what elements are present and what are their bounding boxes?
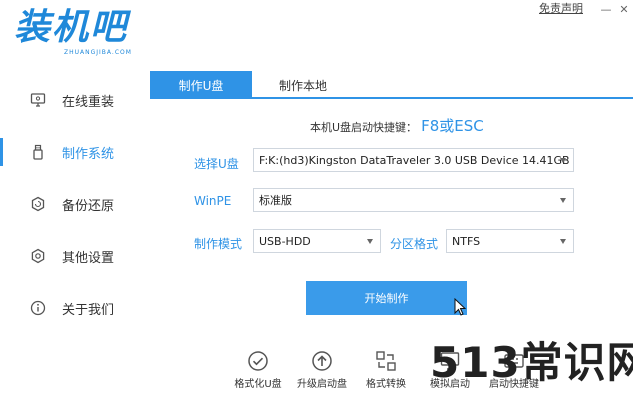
chevron-down-icon: [560, 198, 566, 203]
tool-upgrade-boot-disk[interactable]: 升级启动盘: [290, 350, 354, 395]
partition-select-value: NTFS: [452, 234, 481, 248]
sidebar-item-label: 其他设置: [62, 250, 115, 266]
partition-label: 分区格式: [390, 237, 439, 251]
tool-format-usb[interactable]: 格式化U盘: [226, 350, 290, 395]
sidebar-item-label: 在线重装: [62, 94, 115, 110]
tab-underline: [150, 97, 633, 99]
usb-select-label: 选择U盘: [194, 157, 239, 171]
hotkey-info: 本机U盘启动快捷键： F8或ESC: [310, 115, 484, 136]
close-button[interactable]: ✕: [615, 2, 633, 16]
usb-select-value: F:K:(hd3)Kingston DataTraveler 3.0 USB D…: [259, 153, 570, 167]
chevron-down-icon: [560, 158, 566, 163]
tool-label: 格式化U盘: [234, 379, 282, 390]
sidebar-item-label: 备份还原: [62, 198, 115, 214]
minimize-button[interactable]: —: [597, 2, 615, 16]
usb-select[interactable]: F:K:(hd3)Kingston DataTraveler 3.0 USB D…: [253, 148, 574, 172]
mode-select[interactable]: USB-HDD: [253, 229, 381, 253]
watermark: 513常识网: [430, 338, 633, 387]
tab-make-local[interactable]: 制作本地: [252, 71, 354, 99]
app-logo: 装机吧 ZHUANGJIBA.COM: [14, 6, 134, 62]
tool-label: 格式转换: [366, 379, 406, 390]
sidebar-item-make-system[interactable]: 制作系统: [0, 132, 150, 172]
upload-circle-icon: [312, 351, 332, 371]
tab-bar: 制作U盘 制作本地: [150, 71, 633, 99]
winpe-select[interactable]: 标准版: [253, 188, 574, 212]
mode-label: 制作模式: [194, 237, 243, 251]
winpe-select-value: 标准版: [259, 194, 292, 207]
partition-select[interactable]: NTFS: [446, 229, 574, 253]
tool-label: 升级启动盘: [297, 379, 347, 390]
mode-select-value: USB-HDD: [259, 234, 311, 248]
logo-text: 装机吧: [14, 7, 129, 48]
convert-icon: [376, 351, 396, 371]
winpe-label: WinPE: [194, 194, 232, 208]
sidebar-item-online-reinstall[interactable]: 在线重装: [0, 80, 150, 120]
logo-subtitle: ZHUANGJIBA.COM: [64, 49, 132, 56]
backup-icon: [31, 196, 45, 212]
sidebar-item-about-us[interactable]: 关于我们: [0, 288, 150, 328]
info-icon: [30, 300, 46, 316]
usb-icon: [33, 144, 43, 160]
chevron-down-icon: [560, 239, 566, 244]
title-bar-controls: 免责声明 — ✕: [539, 2, 633, 16]
hotkey-label: 本机U盘启动快捷键：: [310, 121, 418, 134]
disclaimer-link[interactable]: 免责声明: [539, 2, 583, 16]
sidebar-item-label: 关于我们: [62, 302, 115, 318]
sidebar-item-other-settings[interactable]: 其他设置: [0, 236, 150, 276]
monitor-icon: [30, 93, 46, 107]
sidebar-item-label: 制作系统: [62, 146, 115, 162]
sidebar-item-backup-restore[interactable]: 备份还原: [0, 184, 150, 224]
gear-icon: [31, 248, 45, 264]
start-make-button[interactable]: 开始制作: [306, 281, 467, 315]
tab-make-usb[interactable]: 制作U盘: [150, 71, 252, 99]
mouse-cursor-icon: [454, 298, 467, 316]
chevron-down-icon: [367, 239, 373, 244]
check-circle-icon: [248, 351, 268, 371]
tool-format-convert[interactable]: 格式转换: [354, 350, 418, 395]
hotkey-value: F8或ESC: [421, 117, 484, 135]
